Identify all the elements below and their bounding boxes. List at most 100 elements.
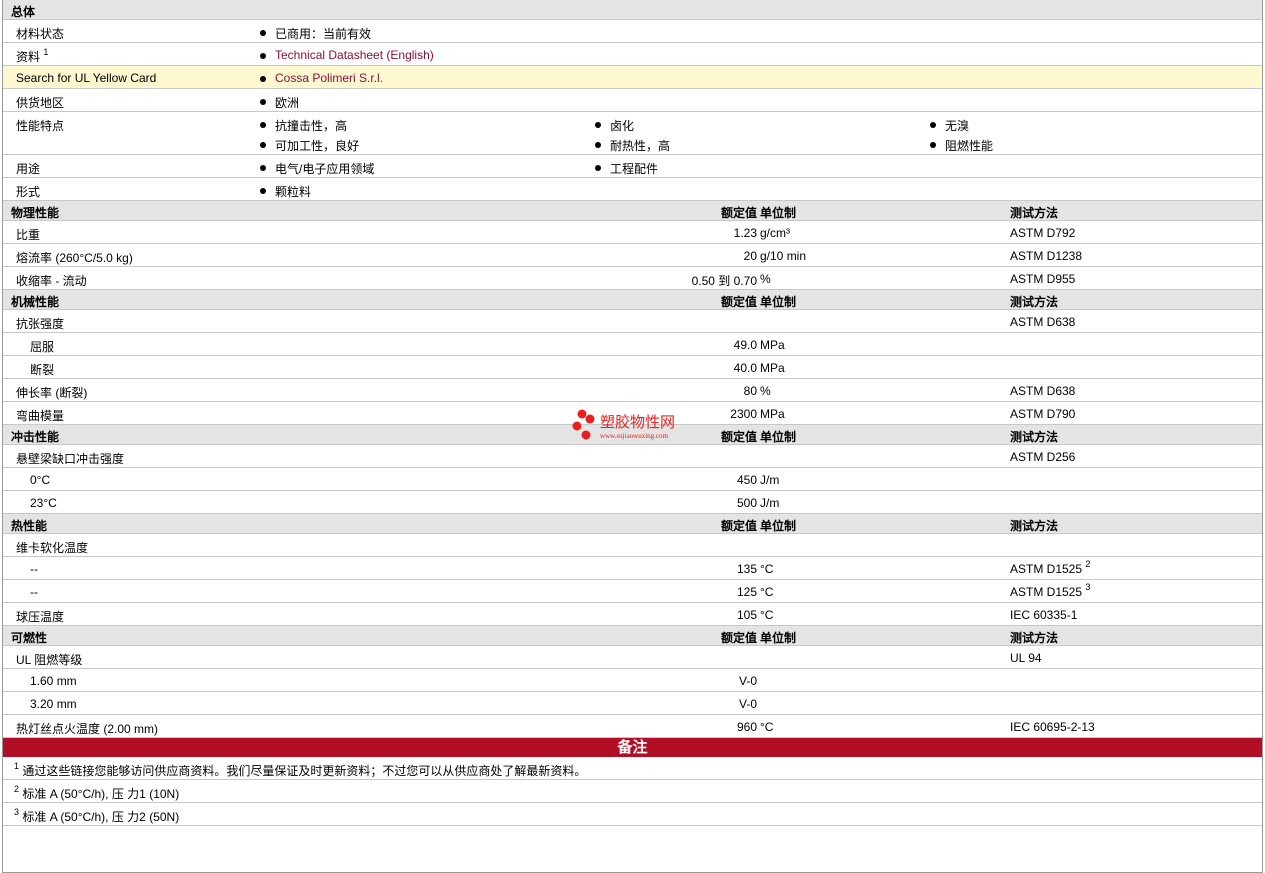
bullet-text: 可加工性，良好 <box>275 139 360 153</box>
note-text: 标准 A (50°C/h), 压 力1 (10N) <box>22 787 180 801</box>
unit: °C <box>760 585 774 599</box>
bullet-text: 欧洲 <box>275 96 300 110</box>
footnote-number: 2 <box>14 784 20 794</box>
note-text: 标准 A (50°C/h), 压 力2 (50N) <box>22 810 180 824</box>
test-method: ASTM D1525 3 <box>1010 582 1091 600</box>
test-method-text: IEC 60695-2-13 <box>1010 720 1095 734</box>
bullet-text: 阻燃性能 <box>945 139 994 153</box>
unit: MPa <box>760 361 785 375</box>
general-row: 资料 1 Technical Datasheet (English) <box>3 43 1262 66</box>
bullet-item[interactable]: Cossa Polimeri S.r.l. <box>260 71 383 85</box>
property-label: 23°C <box>30 496 57 510</box>
col-method-header: 测试方法 <box>1010 295 1059 309</box>
test-method-text: ASTM D790 <box>1010 407 1076 421</box>
property-row: 0°C 450 J/m <box>3 468 1262 491</box>
row-label: 材料状态 <box>16 27 65 41</box>
col-unit-header: 单位制 <box>760 519 797 533</box>
section-header-general: 总体 <box>3 0 1262 20</box>
col-unit-header: 单位制 <box>760 295 797 309</box>
unit: % <box>760 272 771 286</box>
test-method: ASTM D790 <box>1010 407 1075 421</box>
section-header: 机械性能 额定值 单位制 测试方法 <box>3 290 1262 310</box>
bullet-text: 抗撞击性，高 <box>275 119 348 133</box>
bullet-item: 已商用：当前有效 <box>260 25 371 42</box>
link[interactable]: Technical Datasheet (English) <box>275 48 434 62</box>
property-row: 弯曲模量 2300 MPa ASTM D790 <box>3 402 1262 425</box>
footnote-number: 3 <box>14 807 20 817</box>
property-row: 屈服 49.0 MPa <box>3 333 1262 356</box>
label-wrap: 资料 1 <box>16 48 48 65</box>
property-row: 收缩率 - 流动 0.50 到 0.70% ASTM D955 <box>3 267 1262 290</box>
unit: °C <box>760 608 774 622</box>
property-label: 0°C <box>30 473 51 487</box>
property-row: 3.20 mm V-0 <box>3 692 1262 715</box>
section-title: 物理性能 <box>11 206 60 220</box>
general-row: 性能特点 抗撞击性，高 卤化 无溴 可加工性，良好 耐热性，高 阻燃性能 <box>3 112 1262 155</box>
link[interactable]: Cossa Polimeri S.r.l. <box>275 71 383 85</box>
test-method: IEC 60695-2-13 <box>1010 720 1095 734</box>
property-label: 维卡软化温度 <box>16 541 89 555</box>
property-label: 收缩率 - 流动 <box>16 274 87 288</box>
general-row: 供货地区 欧洲 <box>3 89 1262 112</box>
nominal-value: 49.0 <box>733 338 757 352</box>
col-unit-header: 单位制 <box>760 430 797 444</box>
property-row: 维卡软化温度 <box>3 534 1262 557</box>
row-label: 供货地区 <box>16 96 65 110</box>
test-method: UL 94 <box>1010 651 1042 665</box>
section-header: 热性能 额定值 单位制 测试方法 <box>3 514 1262 534</box>
col-nominal-header: 额定值 <box>720 430 757 444</box>
test-method-text: ASTM D792 <box>1010 226 1076 240</box>
col-nominal-header: 额定值 <box>720 206 757 220</box>
bullet-text: 颗粒料 <box>275 185 312 199</box>
section-header: 物理性能 额定值 单位制 测试方法 <box>3 201 1262 221</box>
test-method-text: ASTM D256 <box>1010 450 1076 464</box>
note: 2 标准 A (50°C/h), 压 力1 (10N) <box>14 785 179 802</box>
property-row: 1.60 mm V-0 <box>3 669 1262 692</box>
property-label: 伸长率 (断裂) <box>16 386 88 400</box>
general-row: 用途 电气/电子应用领域 工程配件 <box>3 155 1262 178</box>
footnote-ref: 1 <box>43 47 49 57</box>
nominal-value: 135 <box>736 562 757 576</box>
test-method: ASTM D792 <box>1010 226 1075 240</box>
nominal-value: 40.0 <box>733 361 757 375</box>
bullet-text: 电气/电子应用领域 <box>275 162 375 176</box>
unit: MPa <box>760 407 785 421</box>
nominal-value: 960 <box>736 720 757 734</box>
test-method-text: ASTM D955 <box>1010 272 1076 286</box>
section-title: 机械性能 <box>11 295 60 309</box>
property-row: UL 阻燃等级 UL 94 <box>3 646 1262 669</box>
section-header: 可燃性 额定值 单位制 测试方法 <box>3 626 1262 646</box>
bullet-item: 耐热性，高 <box>595 137 670 154</box>
property-row: 伸长率 (断裂) 80% ASTM D638 <box>3 379 1262 402</box>
test-method-text: ASTM D638 <box>1010 315 1076 329</box>
test-method: IEC 60335-1 <box>1010 608 1077 622</box>
property-row: 熔流率 (260°C/5.0 kg) 20 g/10 min ASTM D1238 <box>3 244 1262 267</box>
property-label: 比重 <box>16 228 41 242</box>
row-label[interactable]: Search for UL Yellow Card <box>16 71 156 85</box>
property-label: 3.20 mm <box>30 697 77 711</box>
property-row: 热灯丝点火温度 (2.00 mm) 960 °C IEC 60695-2-13 <box>3 715 1262 738</box>
col-nominal-header: 额定值 <box>720 519 757 533</box>
property-row: 比重 1.23 g/cm³ ASTM D792 <box>3 221 1262 244</box>
property-row: 球压温度 105 °C IEC 60335-1 <box>3 603 1262 626</box>
property-label: 弯曲模量 <box>16 409 65 423</box>
test-method: ASTM D638 <box>1010 384 1075 398</box>
footnote-number: 1 <box>14 761 20 771</box>
test-method-text: ASTM D1238 <box>1010 249 1083 263</box>
col-nominal-header: 额定值 <box>720 631 757 645</box>
property-label: 熔流率 (260°C/5.0 kg) <box>16 251 133 265</box>
unit: % <box>760 384 771 398</box>
note-row: 2 标准 A (50°C/h), 压 力1 (10N) <box>3 780 1262 803</box>
property-row: 断裂 40.0 MPa <box>3 356 1262 379</box>
general-row: Search for UL Yellow Card Cossa Polimeri … <box>3 66 1262 89</box>
test-method-text: ASTM D638 <box>1010 384 1076 398</box>
footnote-ref: 3 <box>1085 582 1091 592</box>
col-method-header: 测试方法 <box>1010 206 1059 220</box>
nominal-value: 0.50 到 0.70 <box>691 274 757 288</box>
unit: g/10 min <box>760 249 807 263</box>
bullet-item[interactable]: Technical Datasheet (English) <box>260 48 434 62</box>
nominal-value: 20 <box>743 249 757 263</box>
row-label: 用途 <box>16 162 41 176</box>
general-row: 形式 颗粒料 <box>3 178 1262 201</box>
section-title: 总体 <box>11 5 36 19</box>
